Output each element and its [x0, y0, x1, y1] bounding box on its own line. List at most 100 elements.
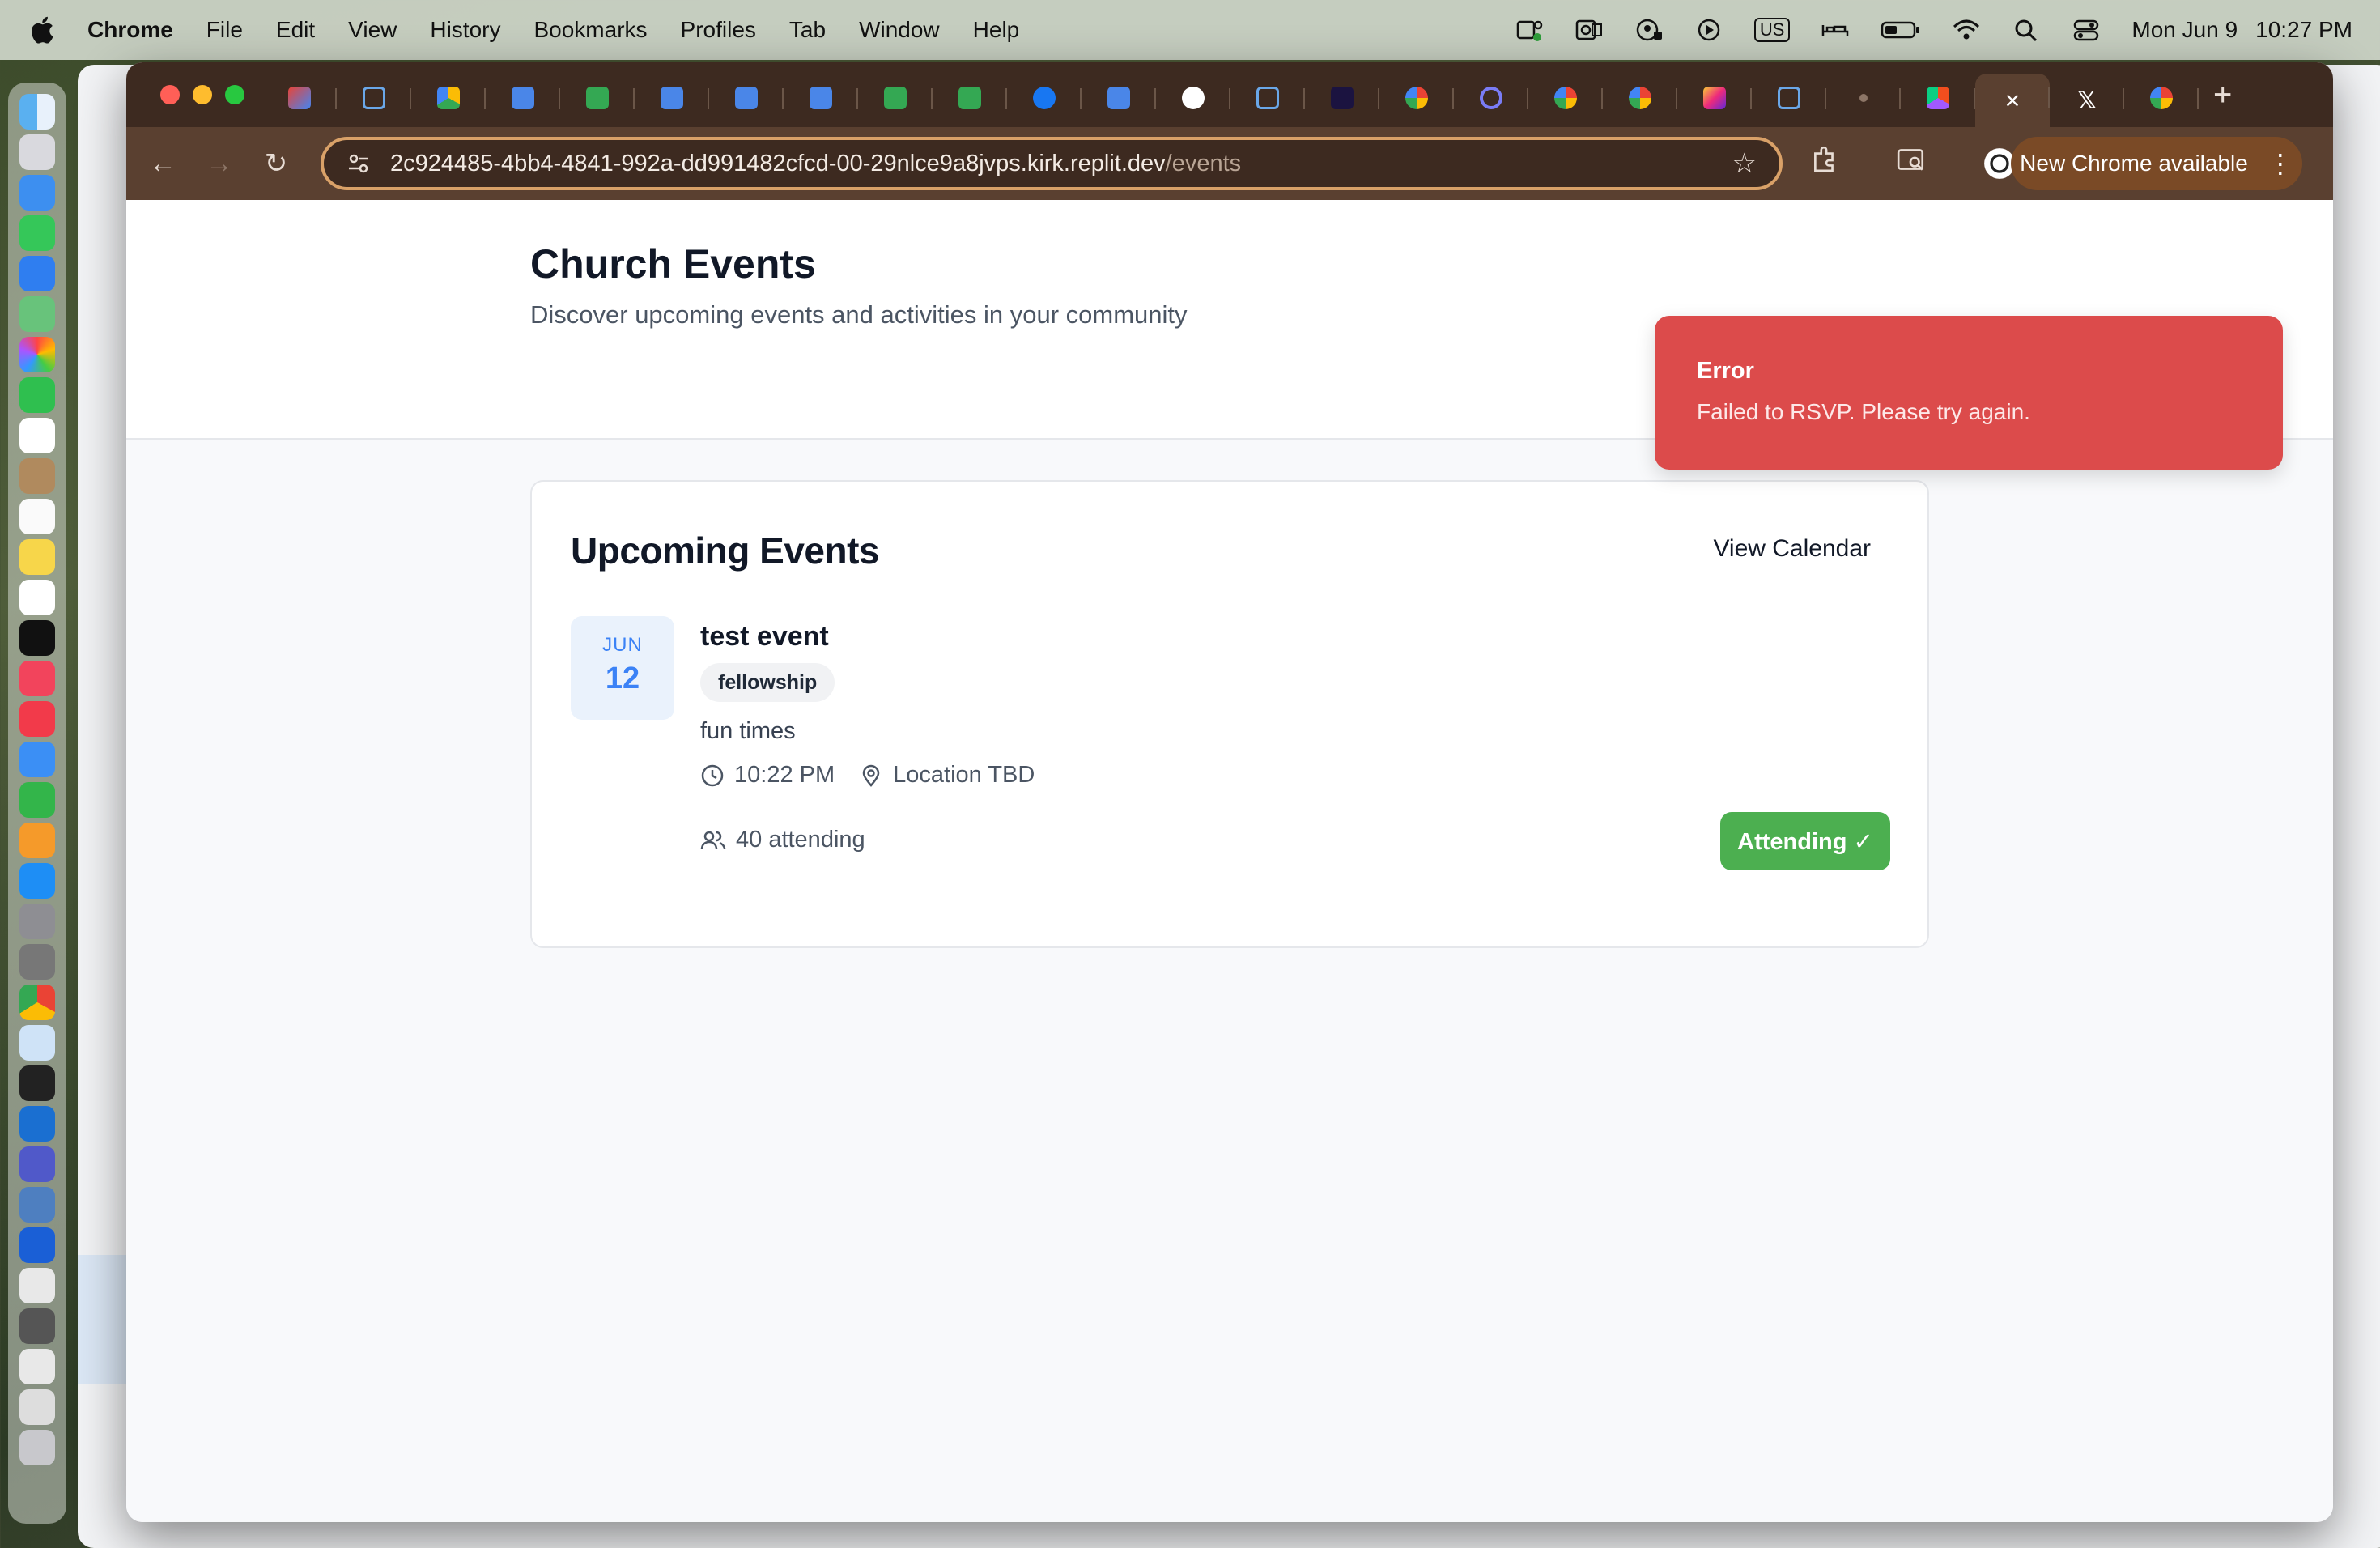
tab-google-3[interactable] [1603, 75, 1677, 121]
keynote-icon[interactable] [19, 742, 55, 777]
tab-google-2[interactable] [1528, 75, 1603, 121]
tab-google-1[interactable] [1379, 75, 1454, 121]
iphone-mirroring-icon[interactable] [19, 944, 55, 980]
maps-icon[interactable] [19, 296, 55, 332]
safari-icon[interactable] [19, 175, 55, 211]
system-settings-icon[interactable] [19, 904, 55, 939]
event-title[interactable]: test event [700, 621, 829, 653]
1password-icon[interactable] [19, 1227, 55, 1263]
menu-bookmarks[interactable]: Bookmarks [533, 17, 647, 43]
terminal-icon[interactable] [19, 1065, 55, 1101]
chrome-icon[interactable] [19, 985, 55, 1020]
menu-tab[interactable]: Tab [789, 17, 826, 43]
tab-docs-2[interactable] [635, 75, 709, 121]
downloads-stack-icon[interactable] [19, 1268, 55, 1303]
control-center-icon[interactable] [2072, 17, 2101, 43]
tab-google-4[interactable] [2124, 75, 2199, 121]
tab-instagram[interactable] [1677, 75, 1752, 121]
password-icon[interactable] [1634, 17, 1664, 43]
music-icon[interactable] [19, 661, 55, 696]
tab-docs-3[interactable] [709, 75, 784, 121]
rsvp-attending-button[interactable]: Attending ✓ [1720, 812, 1890, 870]
spotlight-search-icon[interactable] [2012, 17, 2041, 43]
menu-history[interactable]: History [430, 17, 500, 43]
reload-button[interactable]: ↻ [248, 147, 304, 180]
minimize-window-button[interactable] [193, 85, 212, 104]
close-tab-icon[interactable]: × [2005, 86, 2021, 116]
numbers-icon[interactable] [19, 782, 55, 818]
bed-icon[interactable] [1821, 17, 1850, 43]
launchpad-icon[interactable] [19, 134, 55, 170]
forward-button[interactable]: → [191, 148, 248, 180]
tab-drive[interactable] [411, 75, 486, 121]
menu-profiles[interactable]: Profiles [681, 17, 756, 43]
calendar-icon[interactable] [19, 418, 55, 453]
tab-gmail[interactable] [262, 75, 337, 121]
new-tab-button[interactable]: + [2213, 77, 2232, 113]
menu-help[interactable]: Help [973, 17, 1020, 43]
tab-search-icon[interactable] [1896, 145, 1927, 174]
freeform-icon[interactable] [19, 580, 55, 615]
files-stack-icon[interactable] [19, 1389, 55, 1425]
back-button[interactable]: ← [134, 148, 191, 180]
tab-notion-1[interactable] [337, 75, 411, 121]
remote-desktop-icon[interactable] [19, 1187, 55, 1223]
more-menu-icon[interactable]: ⋮ [2267, 148, 2293, 179]
play-icon[interactable] [1694, 17, 1723, 43]
address-bar[interactable]: 2c924485-4bb4-4841-992a-dd991482cfcd-00-… [321, 137, 1783, 190]
battery-icon[interactable] [1881, 17, 1921, 43]
extensions-icon[interactable] [1810, 145, 1839, 174]
tab-sheets-2[interactable] [858, 75, 933, 121]
photos-icon[interactable] [19, 337, 55, 372]
new-chrome-available-button[interactable]: New Chrome available ⋮ [2011, 137, 2302, 190]
app-store-icon[interactable] [19, 863, 55, 899]
apple-logo-icon[interactable] [28, 15, 55, 45]
documents-stack-icon[interactable] [19, 1349, 55, 1384]
tab-facebook[interactable] [1007, 75, 1082, 121]
reminders-icon[interactable] [19, 499, 55, 534]
menu-bar-clock[interactable]: Mon Jun 9 10:27 PM [2131, 17, 2352, 43]
tab-adobe[interactable] [1305, 75, 1379, 121]
apple-tv-icon[interactable] [19, 620, 55, 656]
screenshots-stack-icon[interactable] [19, 1308, 55, 1344]
notes-icon[interactable] [19, 539, 55, 575]
wifi-icon[interactable] [1952, 17, 1981, 43]
tab-x[interactable]: 𝕏 [2050, 75, 2124, 121]
menu-edit[interactable]: Edit [276, 17, 315, 43]
messages-icon[interactable] [19, 215, 55, 251]
input-source-indicator[interactable]: US [1753, 18, 1791, 42]
tab-notion-2[interactable] [1230, 75, 1305, 121]
outlook-icon[interactable] [1575, 17, 1604, 43]
tab-active-replit-events[interactable]: × [1975, 74, 2050, 127]
teams-dock-icon[interactable] [19, 1146, 55, 1182]
pages-icon[interactable] [19, 823, 55, 858]
view-calendar-button[interactable]: View Calendar [1713, 535, 1871, 563]
tab-sheets-3[interactable] [933, 75, 1007, 121]
menu-view[interactable]: View [348, 17, 397, 43]
news-icon[interactable] [19, 701, 55, 737]
tab-figma[interactable] [1901, 75, 1975, 121]
menu-window[interactable]: Window [859, 17, 940, 43]
tab-dot[interactable] [1826, 75, 1901, 121]
outlook-dock-icon[interactable] [19, 1106, 55, 1142]
tab-notion-3[interactable] [1752, 75, 1826, 121]
menu-file[interactable]: File [206, 17, 243, 43]
teams-icon[interactable] [1515, 17, 1544, 43]
tab-openai[interactable] [1156, 75, 1230, 121]
site-settings-icon[interactable] [346, 151, 371, 176]
close-window-button[interactable] [160, 85, 180, 104]
trash-icon[interactable] [19, 1430, 55, 1465]
mail-icon[interactable] [19, 256, 55, 291]
bookmark-star-icon[interactable]: ☆ [1732, 147, 1757, 180]
zoom-window-button[interactable] [225, 85, 244, 104]
contacts-icon[interactable] [19, 458, 55, 494]
facetime-icon[interactable] [19, 377, 55, 413]
finder-icon[interactable] [19, 94, 55, 130]
tab-docs-1[interactable] [486, 75, 560, 121]
tab-docs-4[interactable] [784, 75, 858, 121]
menu-app-name[interactable]: Chrome [87, 17, 173, 43]
preview-icon[interactable] [19, 1025, 55, 1061]
tab-docs-5[interactable] [1082, 75, 1156, 121]
error-toast[interactable]: Error Failed to RSVP. Please try again. [1655, 316, 2283, 470]
tab-sheets-1[interactable] [560, 75, 635, 121]
